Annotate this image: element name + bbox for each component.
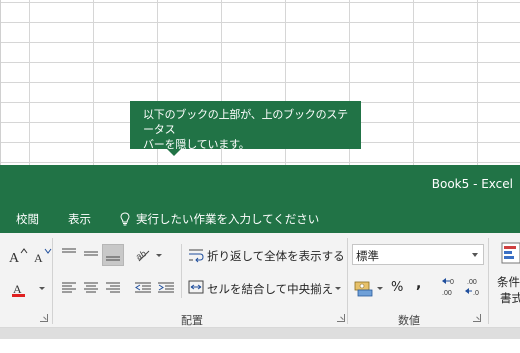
svg-text:A: A — [9, 251, 20, 265]
conditional-label-1: 条件 — [497, 275, 520, 289]
number-format-value: 標準 — [356, 249, 379, 263]
tell-me-text: 実行したい作業を入力してください — [136, 212, 320, 226]
svg-text:A: A — [34, 251, 43, 265]
merge-center-icon — [188, 279, 204, 299]
tab-review[interactable]: 校閲 — [16, 211, 39, 227]
svg-text:ab: ab — [135, 248, 148, 262]
merge-dropdown-icon[interactable] — [335, 287, 341, 290]
increase-indent-icon[interactable] — [157, 280, 175, 299]
align-bottom-icon — [106, 256, 120, 261]
group-separator — [52, 238, 53, 324]
svg-text:.0: .0 — [473, 290, 479, 297]
accounting-format-icon[interactable] — [354, 279, 374, 301]
increase-font-size-icon[interactable]: A — [8, 247, 30, 269]
window-bottom-area — [0, 339, 520, 353]
alignment-group-label: 配置 — [181, 314, 203, 327]
lightbulb-icon — [120, 212, 130, 226]
decrease-decimal-icon[interactable]: .00 .0 — [464, 276, 484, 302]
overlap-warning-callout: 以下のブックの上部が、上のブックのステータス バーを隠しています。 — [130, 101, 361, 151]
decrease-font-size-icon[interactable]: A — [33, 247, 53, 269]
group-separator — [488, 238, 489, 324]
comma-style-button[interactable]: , — [416, 276, 421, 292]
number-group-label: 数値 — [398, 314, 420, 327]
alignment-group-launcher-icon[interactable] — [337, 314, 345, 322]
group-separator — [347, 238, 348, 324]
align-middle-icon[interactable] — [83, 246, 99, 266]
wrap-text-icon — [188, 247, 204, 267]
callout-line-1: 以下のブックの上部が、上のブックのステータス — [143, 108, 348, 136]
callout-pointer — [167, 149, 181, 156]
align-right-icon[interactable] — [105, 280, 121, 299]
number-group-launcher-icon[interactable] — [473, 314, 481, 322]
tab-view[interactable]: 表示 — [68, 211, 91, 227]
inner-separator — [181, 244, 182, 298]
svg-text:A: A — [13, 282, 22, 296]
percent-style-button[interactable]: % — [391, 280, 403, 295]
orientation-icon[interactable]: ab — [134, 247, 153, 267]
orientation-dropdown-icon[interactable] — [156, 254, 162, 257]
ribbon-bottom-strip — [0, 328, 520, 339]
align-center-icon[interactable] — [83, 280, 99, 299]
font-color-dropdown-icon[interactable] — [39, 287, 45, 290]
window-title: Book5 - Excel — [431, 177, 513, 191]
align-left-icon[interactable] — [61, 280, 77, 299]
svg-text:0: 0 — [450, 279, 454, 286]
merge-center-label: セルを結合して中央揃え — [207, 282, 334, 296]
wrap-text-label: 折り返して全体を表示する — [207, 249, 345, 263]
decrease-indent-icon[interactable] — [134, 280, 152, 299]
align-top-icon[interactable] — [61, 246, 77, 266]
svg-text:.00: .00 — [442, 290, 452, 297]
conditional-label-2: 書式 — [500, 291, 520, 305]
chevron-down-icon — [472, 253, 478, 257]
tell-me-box[interactable]: 実行したい作業を入力してください — [120, 211, 319, 227]
font-color-icon[interactable]: A — [10, 280, 28, 302]
svg-text:.00: .00 — [467, 279, 477, 286]
font-group-launcher-icon[interactable] — [40, 314, 48, 322]
number-format-select[interactable]: 標準 — [352, 244, 484, 265]
increase-decimal-icon[interactable]: 0 .00 — [441, 276, 461, 302]
conditional-formatting-icon — [501, 242, 520, 268]
align-bottom-button[interactable] — [102, 244, 124, 266]
accounting-dropdown-icon[interactable] — [377, 287, 383, 290]
